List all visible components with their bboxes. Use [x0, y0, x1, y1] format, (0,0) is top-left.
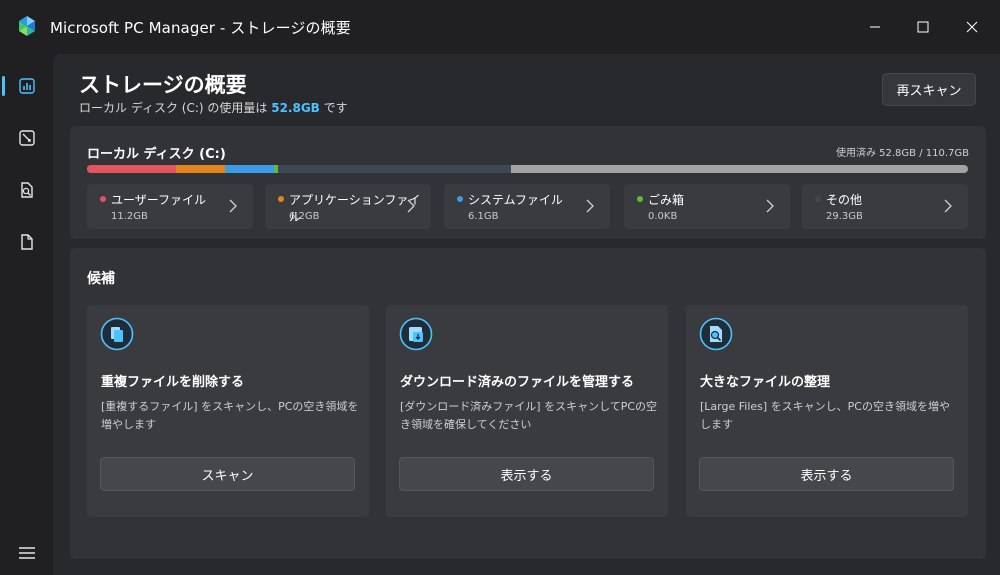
subtitle-prefix: ローカル ディスク (C:) の使用量は [79, 101, 268, 115]
sidebar-item-storage[interactable] [0, 68, 53, 104]
category-color-dot [815, 196, 821, 202]
disk-usage-text: 使用済み 52.8GB / 110.7GB [835, 148, 969, 159]
sidebar-menu-button[interactable] [0, 538, 53, 568]
disk-usage-bar [87, 165, 968, 173]
suggestion-title: 大きなファイルの整理 [700, 375, 831, 390]
page-title: ストレージの概要 [79, 73, 247, 97]
chevron-right-icon [586, 199, 594, 213]
disk-usage-segment [277, 165, 512, 173]
rescan-button[interactable]: 再スキャン [882, 73, 976, 106]
category-label: ユーザーファイル [111, 193, 207, 207]
category-app-files[interactable]: アプリケーションファイル 6.2GB [265, 184, 431, 229]
category-label: その他 [826, 193, 863, 207]
disk-usage-segment [225, 165, 274, 173]
minimize-icon [870, 26, 880, 28]
suggestion-card-duplicates: 重複ファイルを削除する [重複するファイル] をスキャンし、PCの空き領域を増や… [87, 305, 369, 517]
suggestions-title: 候補 [87, 271, 115, 287]
chevron-right-icon [944, 199, 952, 213]
close-button[interactable] [948, 0, 996, 54]
category-system-files[interactable]: システムファイル 6.1GB [444, 184, 610, 229]
disk-name: ローカル ディスク (C:) [87, 147, 226, 162]
suggestions-section: 候補 重複ファイルを削除する [重複するファイル] をスキャンし、PCの空き領域… [70, 248, 986, 559]
maximize-icon [917, 21, 929, 33]
suggestion-description: [Large Files] をスキャンし、PCの空き領域を増やします [700, 400, 950, 431]
cleanup-icon [18, 130, 35, 146]
duplicate-file-icon [100, 317, 134, 351]
chevron-right-icon [229, 199, 237, 213]
close-icon [966, 21, 978, 33]
view-downloads-button[interactable]: 表示する [399, 457, 654, 491]
subtitle-used-value: 52.8GB [271, 101, 320, 115]
sidebar-item-documents[interactable] [0, 224, 53, 260]
title-bar: Microsoft PC Manager - ストレージの概要 [0, 0, 1000, 54]
chevron-right-icon [766, 199, 774, 213]
disk-usage-card: ローカル ディスク (C:) 使用済み 52.8GB / 110.7GB ユーザ… [70, 126, 986, 239]
main-panel: ストレージの概要 ローカル ディスク (C:) の使用量は 52.8GB です … [53, 54, 1000, 575]
suggestion-card-downloads: ダウンロード済みのファイルを管理する [ダウンロード済みファイル] をスキャンし… [386, 305, 668, 517]
chevron-right-icon [407, 199, 415, 213]
view-large-files-button[interactable]: 表示する [699, 457, 954, 491]
sidebar-item-cleanup[interactable] [0, 120, 53, 156]
category-color-dot [457, 196, 463, 202]
category-color-dot [100, 196, 106, 202]
suggestion-title: ダウンロード済みのファイルを管理する [400, 375, 635, 390]
suggestion-title: 重複ファイルを削除する [101, 375, 245, 390]
suggestion-description: [ダウンロード済みファイル] をスキャンしてPCの空き領域を確保してください [400, 400, 658, 431]
disk-usage-segment [176, 165, 226, 173]
category-other[interactable]: その他 29.3GB [802, 184, 968, 229]
category-recycle-bin[interactable]: ごみ箱 0.0KB [624, 184, 790, 229]
category-size: 29.3GB [826, 211, 863, 222]
document-icon [20, 234, 33, 250]
sidebar [0, 54, 53, 575]
category-size: 6.2GB [289, 211, 320, 222]
large-file-icon [699, 317, 733, 351]
category-size: 0.0KB [648, 211, 678, 222]
pc-manager-logo-icon [19, 16, 35, 36]
disk-usage-segment [87, 165, 177, 173]
suggestion-description: [重複するファイル] をスキャンし、PCの空き領域を増やします [101, 400, 359, 431]
subtitle-suffix: です [323, 101, 348, 115]
window-title: Microsoft PC Manager - ストレージの概要 [50, 19, 351, 37]
page-subtitle: ローカル ディスク (C:) の使用量は 52.8GB です [79, 99, 348, 116]
category-size: 6.1GB [468, 211, 499, 222]
download-folder-icon [399, 317, 433, 351]
category-color-dot [278, 196, 284, 202]
file-search-icon [20, 182, 33, 198]
minimize-button[interactable] [851, 0, 899, 54]
category-color-dot [637, 196, 643, 202]
category-label: システムファイル [468, 193, 563, 207]
category-user-files[interactable]: ユーザーファイル 11.2GB [87, 184, 253, 229]
scan-duplicates-button[interactable]: スキャン [100, 457, 355, 491]
category-label: ごみ箱 [648, 193, 685, 207]
sidebar-item-file-search[interactable] [0, 172, 53, 208]
category-size: 11.2GB [111, 211, 148, 222]
storage-chart-icon [18, 78, 35, 94]
hamburger-menu-icon [18, 547, 35, 559]
maximize-button[interactable] [899, 0, 947, 54]
suggestion-card-large-files: 大きなファイルの整理 [Large Files] をスキャンし、PCの空き領域を… [686, 305, 968, 517]
